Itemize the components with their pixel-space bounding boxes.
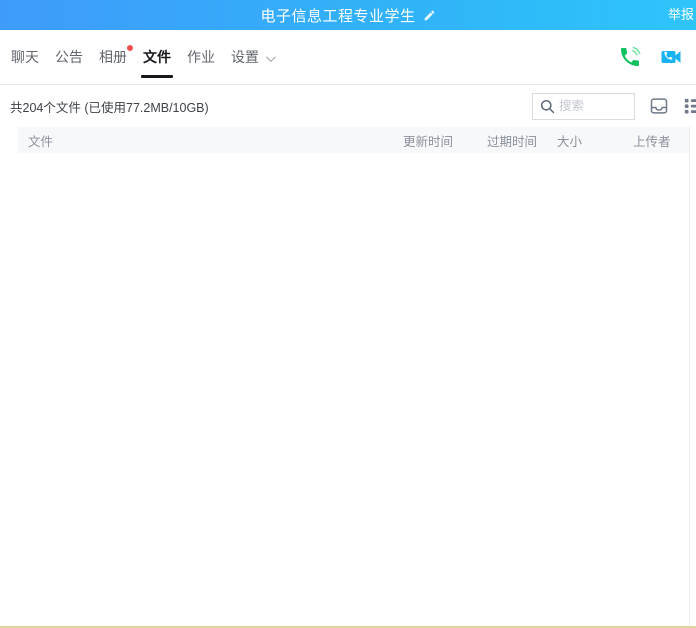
tabs: 聊天 公告 相册 文件 作业 设置 <box>11 30 273 84</box>
file-count-summary: 共204个文件 (已使用77.2MB/10GB) <box>10 97 209 116</box>
tab-settings[interactable]: 设置 <box>231 30 273 84</box>
window-title-bar: 电子信息工程专业学生 举报 <box>0 0 696 30</box>
video-call-icon[interactable] <box>659 45 683 69</box>
header-update-time: 更新时间 <box>403 131 487 150</box>
tab-bar: 聊天 公告 相册 文件 作业 设置 <box>0 30 696 85</box>
header-file: 文件 <box>28 131 403 150</box>
search-icon <box>540 99 555 114</box>
call-actions <box>618 45 696 69</box>
report-link[interactable]: 举报 <box>668 0 694 30</box>
voice-call-icon[interactable] <box>618 45 642 69</box>
header-uploader: 上传者 <box>633 131 690 150</box>
header-size: 大小 <box>557 131 633 150</box>
tab-album[interactable]: 相册 <box>99 30 127 84</box>
notification-dot <box>127 45 133 51</box>
toolbar-right <box>532 93 696 120</box>
files-toolbar: 共204个文件 (已使用77.2MB/10GB) <box>0 85 696 127</box>
search-box[interactable] <box>532 93 635 120</box>
group-title-text: 电子信息工程专业学生 <box>260 5 415 26</box>
header-expiry-time: 过期时间 <box>487 131 557 150</box>
scrollbar-track[interactable] <box>689 127 690 628</box>
edit-pencil-icon[interactable] <box>423 9 436 22</box>
tab-files[interactable]: 文件 <box>143 30 171 84</box>
tab-announcement[interactable]: 公告 <box>55 30 83 84</box>
group-file-manager-window: 电子信息工程专业学生 举报 聊天 公告 相册 文件 作业 设置 <box>0 0 696 628</box>
chevron-down-icon <box>266 52 276 62</box>
list-view-icon[interactable] <box>683 95 696 117</box>
tab-chat[interactable]: 聊天 <box>11 30 39 84</box>
group-title: 电子信息工程专业学生 <box>260 5 435 26</box>
table-header: 文件 更新时间 过期时间 大小 上传者 <box>18 127 690 153</box>
search-input[interactable] <box>559 99 625 113</box>
tab-homework[interactable]: 作业 <box>187 30 215 84</box>
download-inbox-icon[interactable] <box>648 95 670 117</box>
